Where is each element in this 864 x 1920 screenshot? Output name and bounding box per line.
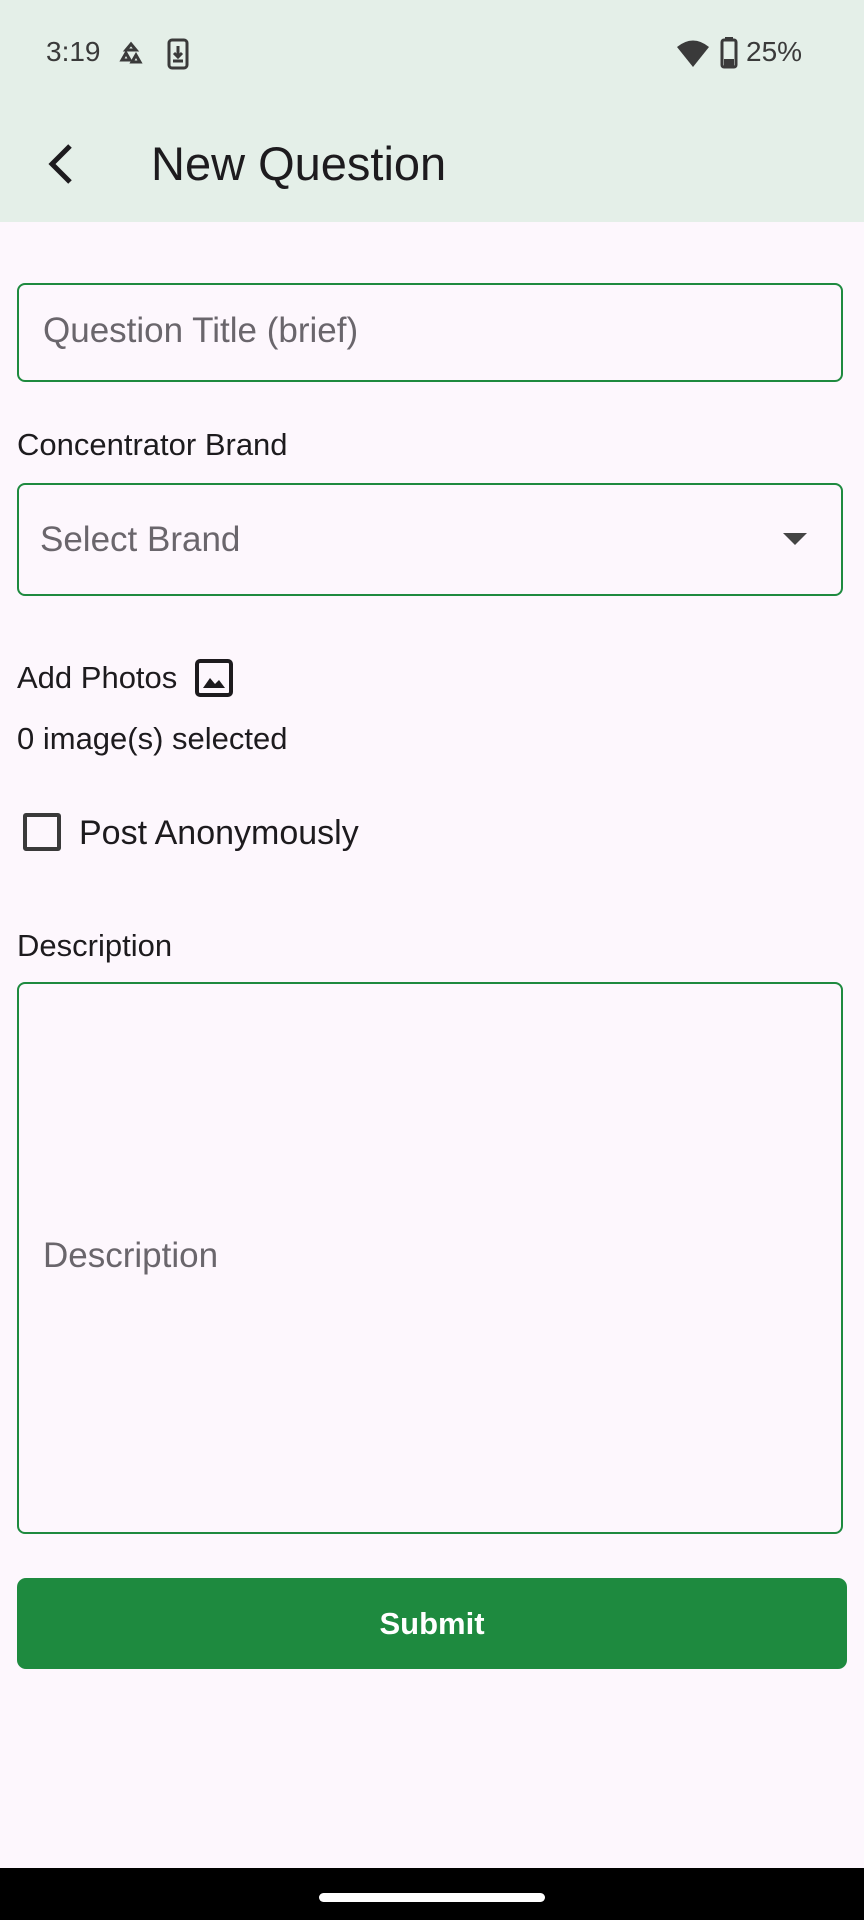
brand-select[interactable]: Select Brand	[17, 483, 843, 596]
description-label: Description	[17, 928, 173, 963]
battery-percent: 25%	[746, 36, 803, 67]
image-icon[interactable]	[195, 659, 233, 697]
description-placeholder: Description	[43, 1236, 219, 1275]
page-title: New Question	[151, 137, 447, 190]
question-title-input[interactable]: Question Title (brief)	[17, 283, 843, 382]
images-selected-count: 0 image(s) selected	[17, 721, 288, 756]
post-anonymously-label[interactable]: Post Anonymously	[79, 813, 359, 853]
brand-placeholder: Select Brand	[40, 520, 241, 559]
download-icon	[167, 38, 189, 70]
back-button[interactable]	[30, 130, 90, 198]
wifi-icon	[677, 40, 709, 67]
sync-icon	[119, 41, 143, 64]
dropdown-arrow-icon	[783, 533, 807, 545]
description-textarea[interactable]: Description	[17, 982, 843, 1534]
add-photos-label: Add Photos	[17, 660, 178, 695]
post-anonymously-checkbox[interactable]	[23, 813, 61, 851]
battery-icon	[720, 37, 738, 69]
app-bar: 3:19 25% New Question	[0, 0, 864, 222]
chevron-left-icon	[48, 144, 72, 184]
question-title-placeholder: Question Title (brief)	[43, 311, 359, 350]
submit-button[interactable]: Submit	[17, 1578, 847, 1669]
status-time: 3:19	[46, 36, 101, 67]
brand-label: Concentrator Brand	[17, 427, 288, 462]
home-gesture-pill[interactable]	[319, 1893, 545, 1902]
